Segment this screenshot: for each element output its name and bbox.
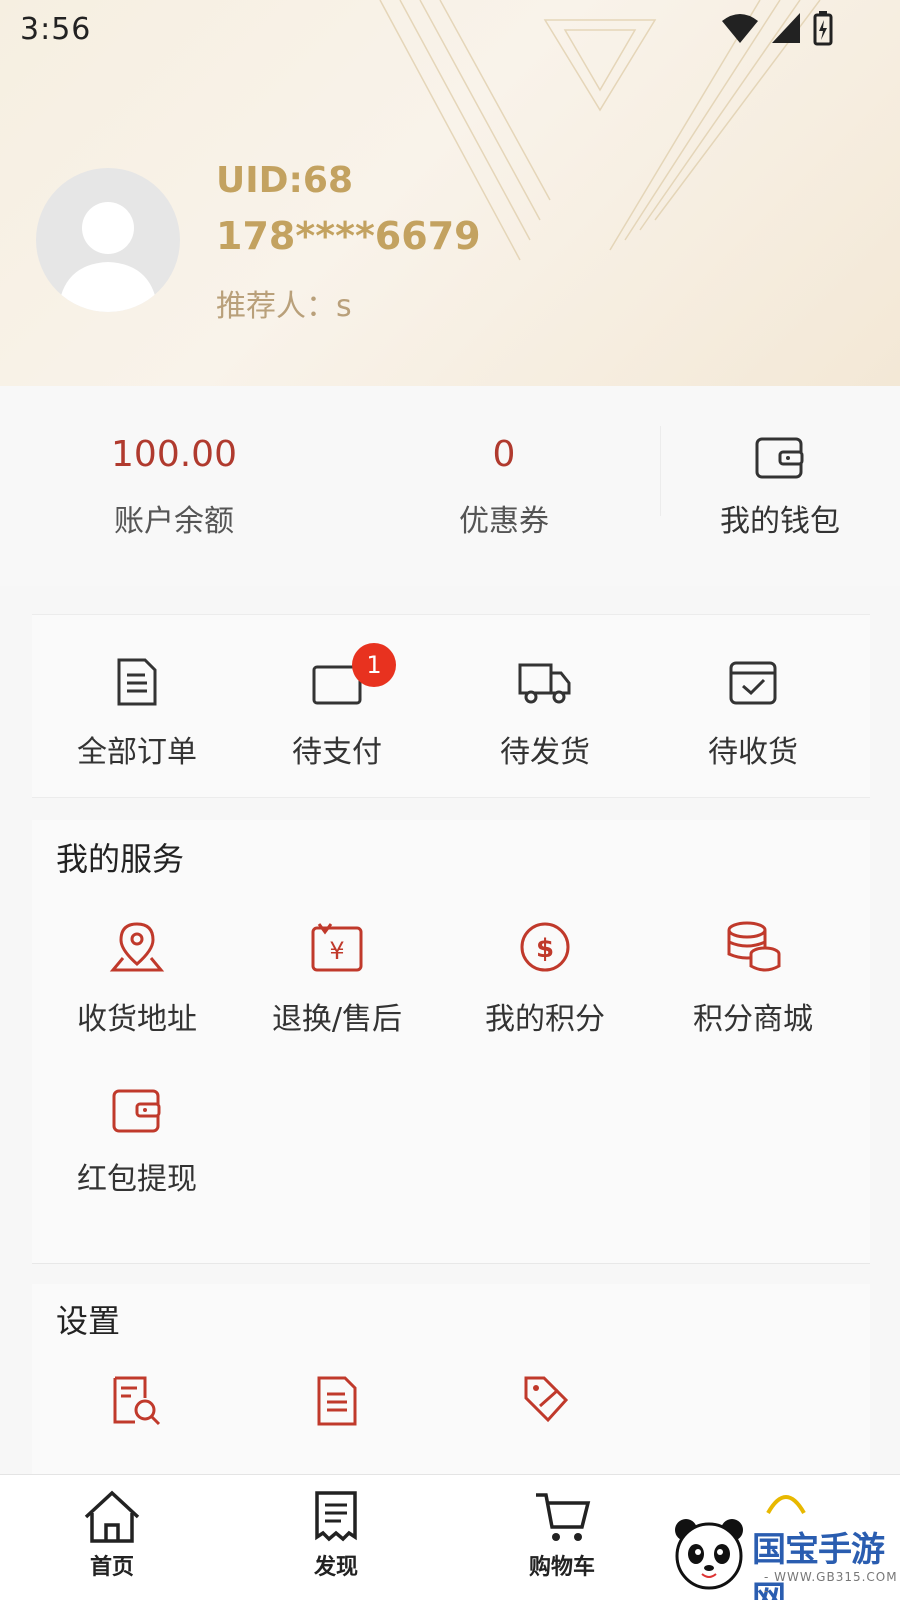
coupon-label: 优惠券: [459, 504, 549, 539]
document-icon: [117, 658, 157, 706]
service-redpacket-withdraw-label: 红包提现: [77, 1162, 197, 1197]
wifi-icon: [722, 14, 758, 43]
my-wallet-label: 我的钱包: [720, 504, 840, 539]
order-pending-receipt-label: 待收货: [708, 735, 798, 770]
coins-icon: [727, 921, 781, 972]
service-address[interactable]: 收货地址: [32, 920, 242, 1038]
watermark-subtitle: - WWW.GB315.COM -: [764, 1570, 898, 1598]
nav-cart-label: 购物车: [528, 1555, 595, 1580]
tag-icon: [524, 1376, 569, 1423]
status-time: 3:56: [20, 12, 92, 47]
service-points-mall-label: 积分商城: [693, 1002, 813, 1037]
account-balance-label: 账户余额: [114, 504, 234, 539]
my-wallet[interactable]: 我的钱包: [660, 436, 900, 540]
service-refund-label: 退换/售后: [271, 1002, 403, 1037]
services-title: 我的服务: [56, 840, 185, 878]
watermark: 国宝手游网 - WWW.GB315.COM -: [668, 1512, 900, 1600]
profile-header: 3:56 UID:68 178****6679 推荐人：s: [0, 0, 900, 386]
svg-text:$: $: [536, 934, 554, 964]
doc-search-icon: [113, 1376, 161, 1426]
order-all[interactable]: 全部订单: [32, 657, 242, 771]
nav-home[interactable]: 首页: [52, 1489, 172, 1581]
coupon[interactable]: 0 优惠券: [354, 434, 654, 540]
user-id: UID:68: [216, 160, 354, 201]
truck-icon: [518, 663, 571, 704]
avatar[interactable]: [36, 168, 180, 312]
svg-text:¥: ¥: [329, 937, 344, 965]
account-balance[interactable]: 100.00 账户余额: [24, 434, 324, 540]
order-pending-shipment[interactable]: 待发货: [440, 657, 650, 771]
order-all-label: 全部订单: [77, 735, 197, 770]
panda-logo-icon: [675, 1519, 743, 1590]
nav-home-label: 首页: [89, 1555, 134, 1580]
wallet-icon: [112, 1089, 161, 1133]
pending-payment-badge: 1: [352, 643, 396, 687]
settings-item-3[interactable]: [440, 1372, 650, 1428]
service-points-mall[interactable]: 积分商城: [648, 920, 858, 1038]
services-card: 我的服务 收货地址 ¥ 退换/售后 $ 我的积分 积分商城 红包提现: [32, 820, 870, 1264]
service-redpacket-withdraw[interactable]: 红包提现: [32, 1088, 242, 1198]
order-pending-payment-label: 待支付: [292, 735, 382, 770]
status-icons: [720, 10, 834, 46]
battery-icon: [813, 11, 833, 46]
points-icon: $: [520, 922, 570, 972]
order-pending-payment[interactable]: 1 待支付: [232, 643, 442, 771]
settings-title: 设置: [56, 1302, 121, 1340]
location-icon: [109, 922, 165, 972]
orders-card: 全部订单 1 待支付 待发货 待收货: [32, 614, 870, 798]
receipt-icon: [315, 1491, 357, 1542]
refund-icon: ¥: [311, 923, 363, 972]
service-refund[interactable]: ¥ 退换/售后: [232, 920, 442, 1038]
nav-cart[interactable]: 购物车: [502, 1489, 622, 1581]
settings-card: 设置: [32, 1284, 870, 1484]
settings-item-2[interactable]: [232, 1374, 442, 1428]
home-icon: [84, 1490, 140, 1543]
order-pending-receipt[interactable]: 待收货: [648, 657, 858, 771]
service-address-label: 收货地址: [77, 1002, 197, 1037]
user-silhouette-icon: [58, 202, 158, 312]
wallet-icon: [755, 437, 804, 479]
service-points[interactable]: $ 我的积分: [440, 920, 650, 1038]
cart-icon: [536, 1493, 591, 1541]
user-phone: 178****6679: [216, 214, 481, 258]
service-points-label: 我的积分: [485, 1002, 605, 1037]
balance-card: 100.00 账户余额 0 优惠券 我的钱包: [0, 386, 900, 586]
box-check-icon: [729, 661, 777, 705]
settings-item-1[interactable]: [32, 1374, 242, 1428]
referrer: 推荐人：s: [216, 289, 352, 324]
account-balance-value: 100.00: [111, 434, 237, 475]
nav-discover-label: 发现: [313, 1555, 358, 1580]
coupon-value: 0: [492, 434, 516, 475]
order-pending-shipment-label: 待发货: [500, 735, 590, 770]
doc-list-icon: [317, 1376, 357, 1426]
nav-discover[interactable]: 发现: [276, 1489, 396, 1581]
signal-icon: [772, 13, 800, 43]
